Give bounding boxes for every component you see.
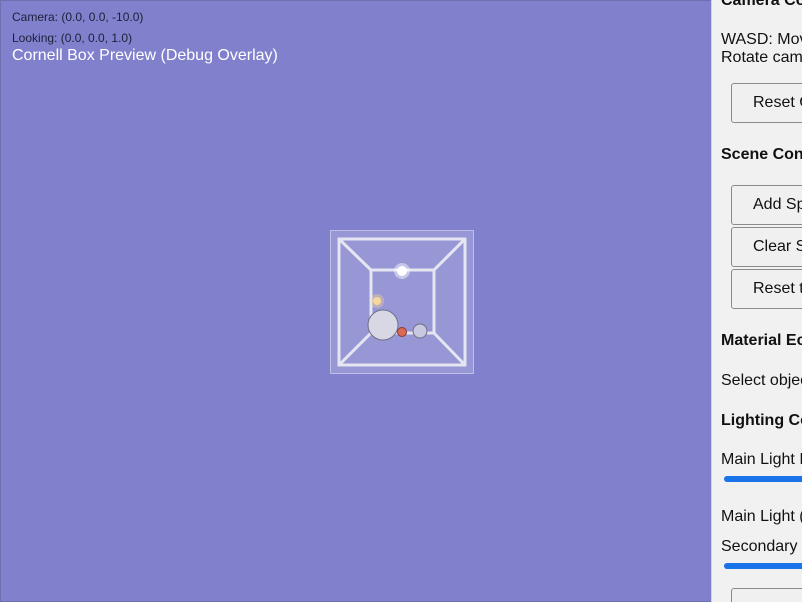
clear-scene-button[interactable]: Clear S <box>731 227 802 267</box>
large-sphere[interactable] <box>367 309 399 341</box>
secondary-light-slider[interactable] <box>724 563 802 571</box>
camera-direction-readout: Looking: (0.0, 0.0, 1.0) <box>12 31 133 45</box>
camera-help-move: WASD: Mov <box>721 31 802 48</box>
app-window: Camera: (0.0, 0.0, -10.0) Looking: (0.0,… <box>0 0 802 602</box>
camera-help-rotate: Rotate cam <box>721 49 802 66</box>
secondary-light-label: Secondary <box>721 538 798 555</box>
small-sphere[interactable] <box>412 323 428 339</box>
reset-camera-button[interactable]: Reset C <box>731 83 802 123</box>
camera-position-readout: Camera: (0.0, 0.0, -10.0) <box>12 10 144 24</box>
slider-fill <box>724 563 802 569</box>
main-light[interactable] <box>397 266 407 276</box>
lighting-controls-heading: Lighting Co <box>721 412 802 429</box>
viewport-title: Cornell Box Preview (Debug Overlay) <box>12 47 278 64</box>
material-hint: Select objec <box>721 372 802 389</box>
control-panel[interactable]: Camera Co WASD: Mov Rotate cam Reset C S… <box>711 0 802 602</box>
red-sphere[interactable] <box>397 327 407 337</box>
slider-fill <box>724 476 802 482</box>
add-sphere-button[interactable]: Add Sp <box>731 185 802 225</box>
secondary-light[interactable] <box>373 297 381 305</box>
material-editor-heading: Material Ec <box>721 332 802 349</box>
panel-bottom-button[interactable] <box>731 588 802 602</box>
main-light-color-label: Main Light ( <box>721 508 802 525</box>
main-light-intensity-slider[interactable] <box>724 476 802 484</box>
render-viewport[interactable]: Camera: (0.0, 0.0, -10.0) Looking: (0.0,… <box>0 0 711 602</box>
cornell-box-preview[interactable] <box>330 230 474 374</box>
scene-controls-heading: Scene Con <box>721 146 802 163</box>
camera-controls-heading: Camera Co <box>721 0 802 9</box>
reset-scene-button[interactable]: Reset t <box>731 269 802 309</box>
main-light-intensity-label: Main Light I <box>721 451 802 468</box>
